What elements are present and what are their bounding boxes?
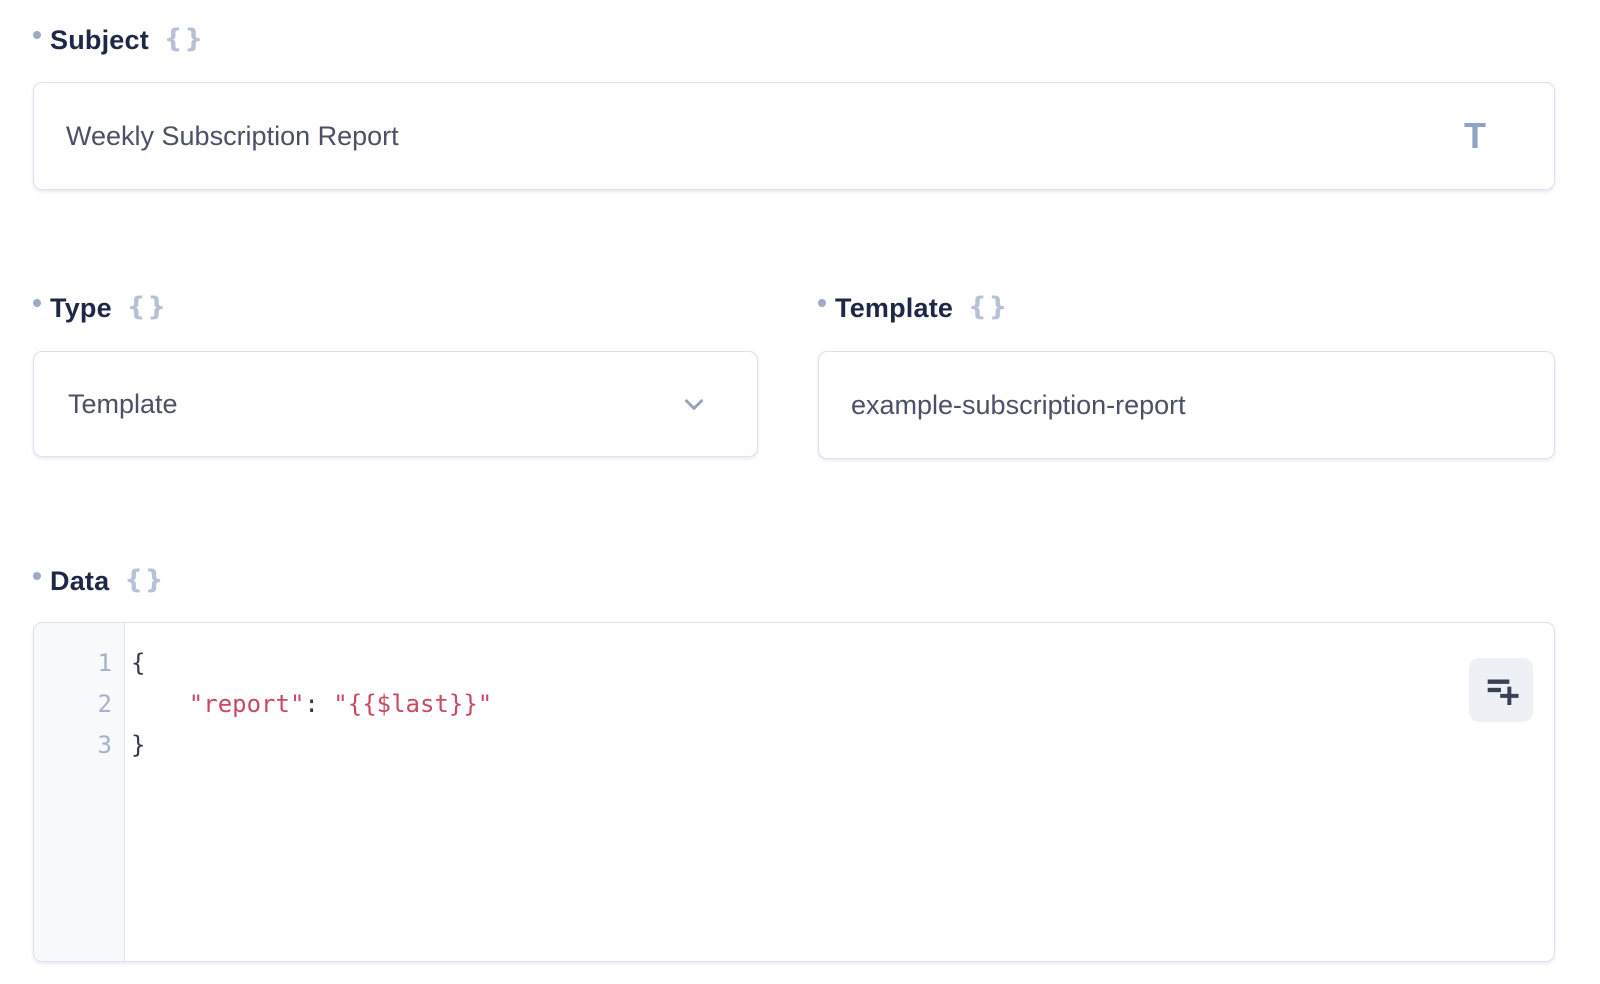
line-number: 2: [34, 684, 112, 725]
chevron-down-icon: [679, 389, 709, 419]
type-template-row: Type {} Template Template {}: [33, 290, 1555, 459]
curly-braces-icon[interactable]: {}: [164, 24, 205, 54]
template-field-group: Template {}: [818, 290, 1555, 459]
data-label: Data: [50, 566, 109, 597]
required-dot: [33, 299, 41, 307]
type-field-group: Type {} Template: [33, 290, 758, 459]
code-line[interactable]: }: [131, 725, 1554, 766]
code-line[interactable]: "report": "{{$last}}": [131, 684, 1554, 725]
required-dot: [33, 572, 41, 580]
template-input-box: [818, 351, 1555, 459]
data-field-group: Data {} 123 { "report": "{{$last}}"}: [33, 563, 1555, 962]
template-label: Template: [835, 293, 953, 324]
subject-label-row: Subject {}: [33, 22, 1555, 58]
code-token-plain: }: [131, 731, 145, 759]
code-token-plain: {: [131, 649, 145, 677]
template-input[interactable]: [819, 352, 1554, 458]
curly-braces-icon[interactable]: {}: [968, 292, 1009, 322]
code-token-string: "report": [189, 690, 305, 718]
type-select-value: Template: [68, 389, 178, 420]
line-number: 3: [34, 725, 112, 766]
add-to-list-icon: [1481, 670, 1521, 710]
type-label-row: Type {}: [33, 290, 758, 326]
code-token-plain: :: [304, 690, 333, 718]
code-line[interactable]: {: [131, 643, 1554, 684]
code-gutter: 123: [34, 623, 125, 961]
node-parameters-panel: Subject {} T Type {} Template: [0, 0, 1600, 984]
curly-braces-icon[interactable]: {}: [127, 292, 168, 322]
data-label-row: Data {}: [33, 563, 1555, 599]
line-number: 1: [34, 643, 112, 684]
subject-field-group: Subject {} T: [33, 22, 1555, 190]
code-token-string: "{{$last}}": [333, 690, 492, 718]
subject-input[interactable]: [34, 83, 1554, 189]
template-label-row: Template {}: [818, 290, 1555, 326]
required-dot: [818, 299, 826, 307]
subject-input-box: T: [33, 82, 1555, 190]
add-to-list-button[interactable]: [1469, 658, 1533, 722]
required-dot: [33, 31, 41, 39]
subject-label: Subject: [50, 25, 149, 56]
type-select[interactable]: Template: [33, 351, 758, 457]
text-mode-icon[interactable]: T: [1464, 118, 1486, 154]
code-lines[interactable]: { "report": "{{$last}}"}: [125, 623, 1554, 961]
type-label: Type: [50, 293, 112, 324]
code-token-plain: [131, 690, 189, 718]
data-code-editor[interactable]: 123 { "report": "{{$last}}"}: [33, 622, 1555, 962]
curly-braces-icon[interactable]: {}: [124, 565, 165, 595]
